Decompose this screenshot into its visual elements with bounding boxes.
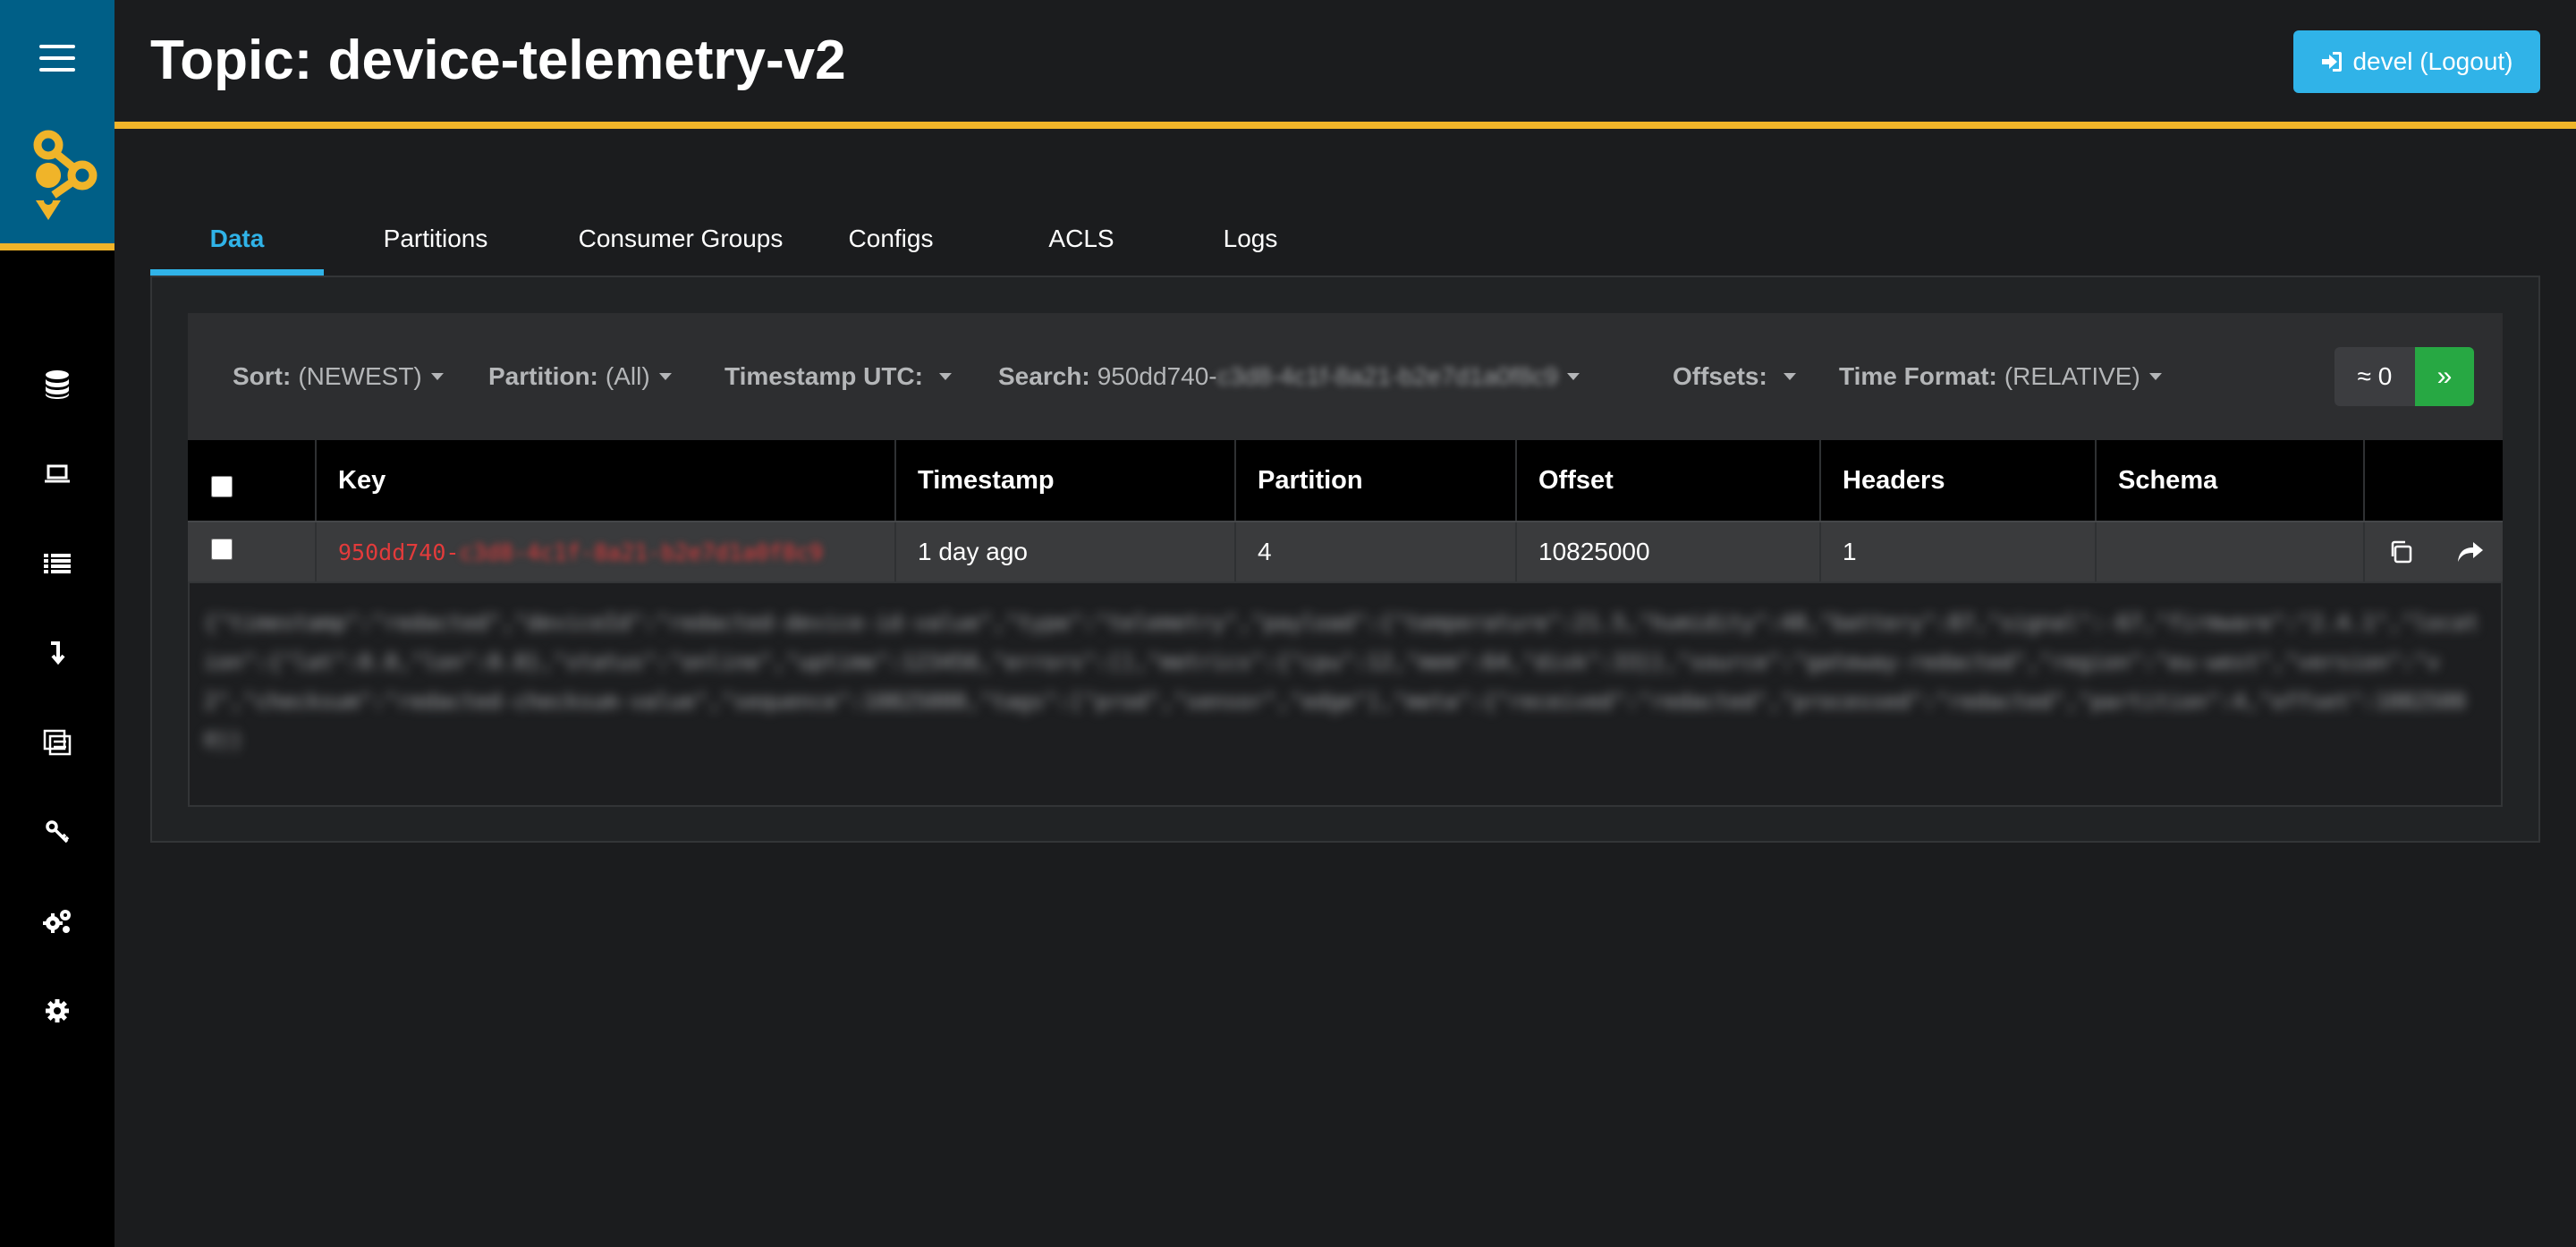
row-schema (2095, 522, 2363, 581)
column-timestamp: Timestamp (894, 440, 1234, 521)
logout-label: devel (Logout) (2352, 47, 2513, 75)
database-icon[interactable] (36, 363, 79, 406)
caret-down-icon (938, 373, 952, 380)
message-value-panel: {"timestamp":"redacted","deviceId":"reda… (188, 581, 2503, 807)
page-title: Topic: device-telemetry-v2 (150, 30, 846, 91)
row-timestamp: 1 day ago (894, 522, 1234, 581)
caret-down-icon (658, 373, 672, 380)
sign-in-icon (2322, 52, 2343, 72)
column-key: Key (315, 440, 894, 521)
search-dropdown[interactable]: Search: 950dd740- c3d8-4c1f-8a21-b2e7d1a… (998, 313, 1580, 440)
row-select-cell (188, 522, 315, 581)
table-row[interactable]: 950dd740- c3d8-4c1f-8a21-b2e7d1a0f8c9 1 … (188, 522, 2503, 581)
tab-consumer-groups[interactable]: Consumer Groups (547, 202, 814, 276)
settings-icon[interactable] (36, 989, 79, 1032)
column-offset: Offset (1515, 440, 1819, 521)
record-count-button[interactable]: ≈ 0 (2334, 347, 2415, 406)
key-icon[interactable] (36, 810, 79, 853)
sidebar-brand-underline (0, 243, 114, 250)
value-fade-overlay (190, 734, 2501, 805)
tab-logs[interactable]: Logs (1195, 202, 1306, 276)
caret-down-icon (1567, 373, 1580, 380)
hamburger-menu-icon[interactable] (39, 45, 75, 72)
row-key-redacted: c3d8-4c1f-8a21-b2e7d1a0f8c9 (459, 539, 823, 565)
logout-button[interactable]: devel (Logout) (2293, 30, 2540, 93)
row-checkbox[interactable] (211, 539, 233, 560)
row-offset: 10825000 (1515, 522, 1819, 581)
column-schema: Schema (2095, 440, 2363, 521)
schema-icon[interactable] (36, 721, 79, 764)
gears-icon[interactable] (36, 900, 79, 943)
list-icon[interactable] (36, 542, 79, 585)
column-partition: Partition (1234, 440, 1515, 521)
offsets-dropdown[interactable]: Offsets: (1673, 313, 1796, 440)
row-key: 950dd740- (338, 539, 460, 565)
time-format-dropdown[interactable]: Time Format: (RELATIVE) (1839, 313, 2162, 440)
timestamp-dropdown[interactable]: Timestamp UTC: (724, 313, 952, 440)
sort-dropdown[interactable]: Sort: (NEWEST) (233, 313, 444, 440)
caret-down-icon (1783, 373, 1796, 380)
tab-data[interactable]: Data (150, 202, 324, 276)
row-actions-cell (2363, 522, 2503, 581)
column-actions (2363, 440, 2503, 521)
select-all-checkbox[interactable] (211, 476, 233, 497)
header-divider (114, 122, 2576, 129)
column-headers: Headers (1819, 440, 2095, 521)
next-page-button[interactable]: » (2415, 347, 2474, 406)
row-headers: 1 (1819, 522, 2095, 581)
caret-down-icon (430, 373, 444, 380)
tab-configs[interactable]: Configs (814, 202, 968, 276)
kafka-logo-icon (33, 130, 97, 220)
tab-partitions[interactable]: Partitions (324, 202, 547, 276)
laptop-icon[interactable] (36, 453, 79, 496)
row-partition: 4 (1234, 522, 1515, 581)
copy-icon[interactable] (2365, 522, 2436, 581)
table-header: Key Timestamp Partition Offset Headers S… (188, 440, 2503, 522)
search-redacted: c3d8-4c1f-8a21-b2e7d1a0f8c9 (1216, 362, 1559, 390)
tab-acls[interactable]: ACLS (968, 202, 1195, 276)
partition-dropdown[interactable]: Partition: (All) (488, 313, 672, 440)
filter-bar: Sort: (NEWEST) Partition: (All) Timestam… (188, 313, 2503, 440)
select-all-cell (188, 440, 315, 521)
sidebar (0, 0, 114, 1247)
caret-down-icon (2148, 373, 2162, 380)
share-icon[interactable] (2435, 522, 2506, 581)
topic-tabs: Data Partitions Consumer Groups Configs … (150, 202, 1306, 276)
row-key-cell: 950dd740- c3d8-4c1f-8a21-b2e7d1a0f8c9 (315, 522, 894, 581)
arrow-down-icon[interactable] (36, 632, 79, 674)
